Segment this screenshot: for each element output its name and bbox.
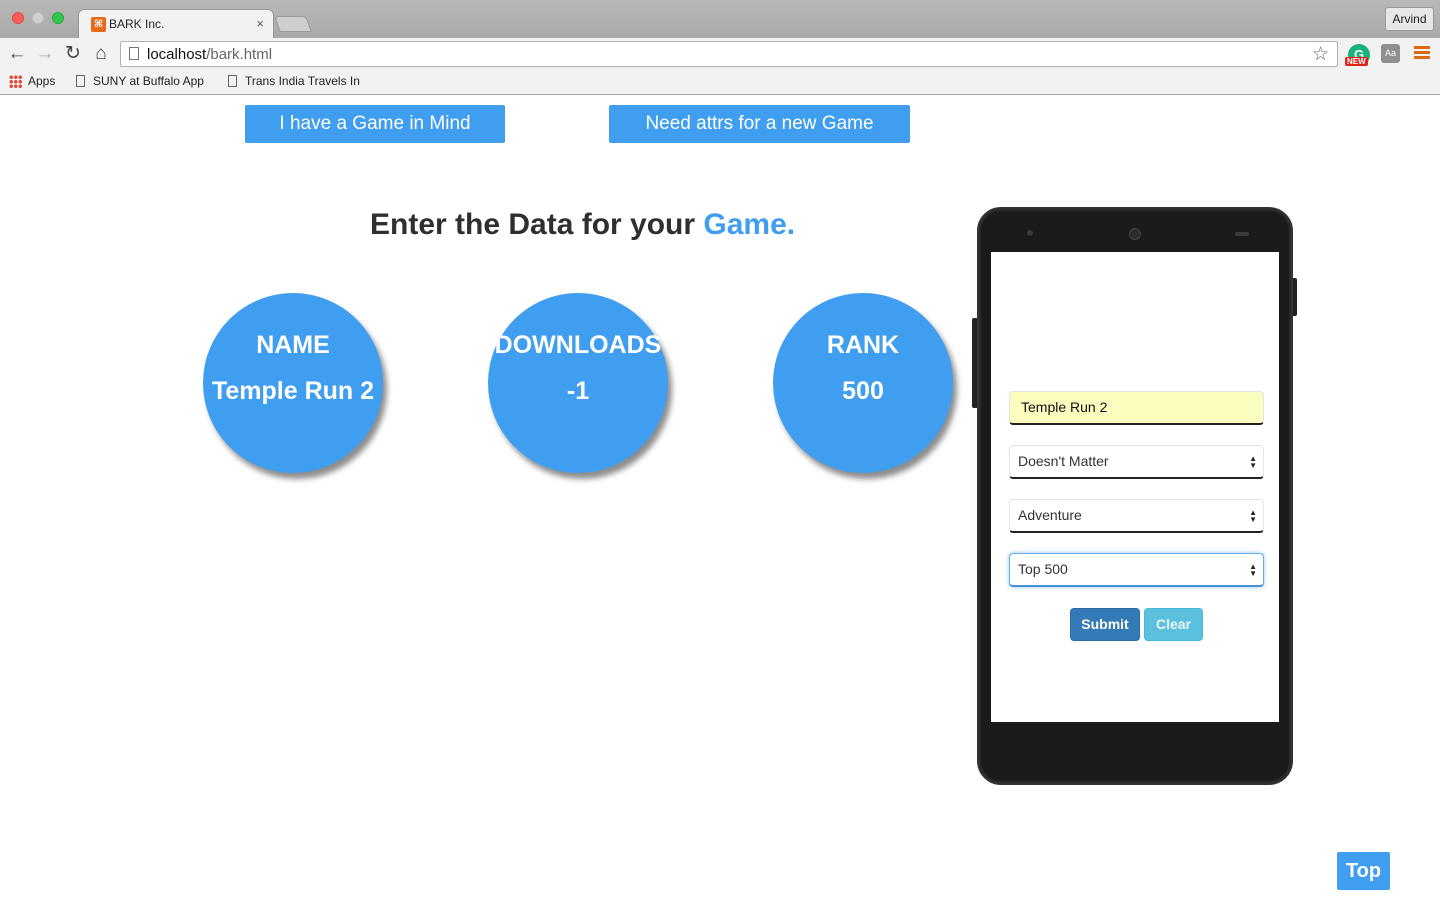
name-circle-value: Temple Run 2 <box>211 377 375 405</box>
new-tab-button[interactable] <box>274 16 312 32</box>
page-heading: Enter the Data for your Game. <box>370 208 795 242</box>
phone-speaker-icon <box>1235 232 1249 236</box>
clear-button[interactable]: Clear <box>1144 608 1203 641</box>
rank-circle-value: 500 <box>842 377 884 405</box>
document-icon <box>76 75 85 87</box>
downloads-circle: DOWNLOADS -1 <box>488 293 668 473</box>
arrow-right-icon[interactable]: → <box>34 43 56 65</box>
phone-camera-icon <box>1129 228 1141 240</box>
heading-accent: Game. <box>703 208 796 241</box>
downloads-select-value: Doesn't Matter <box>1018 453 1109 469</box>
browser-chrome: ⌘ BARK Inc. × Arvind ← → ↻ ⌂ localhost/b… <box>0 0 1440 95</box>
hamburger-menu-icon[interactable] <box>1414 46 1430 60</box>
select-arrows-icon: ▲ ▼ <box>1249 562 1257 578</box>
phone-screen: Temple Run 2 Doesn't Matter ▲ ▼ Adventure… <box>991 252 1279 722</box>
bookmark-suny-label: SUNY at Buffalo App <box>93 74 204 88</box>
phone-sensor-icon <box>1027 230 1033 236</box>
select-arrows-icon: ▲ ▼ <box>1249 454 1257 470</box>
select-arrows-icon: ▲ ▼ <box>1249 508 1257 524</box>
address-bar[interactable]: localhost/bark.html ☆ <box>120 41 1338 67</box>
name-circle-label: NAME <box>256 331 330 359</box>
scroll-top-button[interactable]: Top <box>1337 852 1390 890</box>
maximize-window-button[interactable] <box>52 12 64 24</box>
apps-grid-icon <box>9 75 22 88</box>
site-favicon-icon: ⌘ <box>91 17 106 32</box>
url-path: /bark.html <box>206 46 273 63</box>
name-circle: NAME Temple Run 2 <box>203 293 383 473</box>
minimize-window-button[interactable] <box>32 12 44 24</box>
game-name-input[interactable]: Temple Run 2 <box>1009 391 1264 425</box>
title-bar: ⌘ BARK Inc. × Arvind <box>0 0 1440 38</box>
star-icon[interactable]: ☆ <box>1312 43 1329 66</box>
page-icon <box>129 47 139 60</box>
bookmark-trans-india-label: Trans India Travels In <box>245 74 360 88</box>
extension-new-badge: NEW <box>1345 57 1368 66</box>
document-icon <box>228 75 237 87</box>
bookmarks-bar: Apps SUNY at Buffalo App Trans India Tra… <box>0 70 1440 95</box>
game-in-mind-button[interactable]: I have a Game in Mind <box>245 105 505 143</box>
tab-close-icon[interactable]: × <box>256 16 264 31</box>
url-host: localhost <box>147 46 207 63</box>
submit-button[interactable]: Submit <box>1070 608 1140 641</box>
home-icon[interactable]: ⌂ <box>90 43 112 65</box>
downloads-select[interactable]: Doesn't Matter ▲ ▼ <box>1009 445 1264 479</box>
genre-select-value: Adventure <box>1018 507 1082 523</box>
rank-circle: RANK 500 <box>773 293 953 473</box>
bookmark-apps[interactable]: Apps <box>28 74 55 88</box>
arrow-left-icon[interactable]: ← <box>6 43 28 65</box>
tab-title: BARK Inc. <box>109 17 165 31</box>
reload-icon[interactable]: ↻ <box>62 43 84 65</box>
rank-select-value: Top 500 <box>1018 561 1068 577</box>
browser-toolbar: ← → ↻ ⌂ localhost/bark.html ☆ <box>0 38 1440 70</box>
bookmark-suny[interactable]: SUNY at Buffalo App <box>76 74 204 88</box>
browser-tab-active[interactable]: ⌘ BARK Inc. × <box>78 9 274 38</box>
genre-select[interactable]: Adventure ▲ ▼ <box>1009 499 1264 533</box>
rank-select[interactable]: Top 500 ▲ ▼ <box>1009 553 1264 587</box>
close-window-button[interactable] <box>12 12 24 24</box>
url-text: localhost/bark.html <box>147 46 272 63</box>
profile-button[interactable]: Arvind <box>1385 7 1434 31</box>
rank-circle-label: RANK <box>826 331 900 359</box>
bookmark-trans-india[interactable]: Trans India Travels In <box>228 74 360 88</box>
dictionary-extension-icon[interactable]: Aa <box>1381 44 1400 63</box>
downloads-circle-value: -1 <box>566 377 590 405</box>
heading-prefix: Enter the Data for your <box>370 208 704 241</box>
downloads-circle-label: DOWNLOADS <box>494 331 662 359</box>
new-game-attrs-button[interactable]: Need attrs for a new Game <box>609 105 910 143</box>
phone-mockup: Temple Run 2 Doesn't Matter ▲ ▼ Adventure… <box>977 207 1293 785</box>
